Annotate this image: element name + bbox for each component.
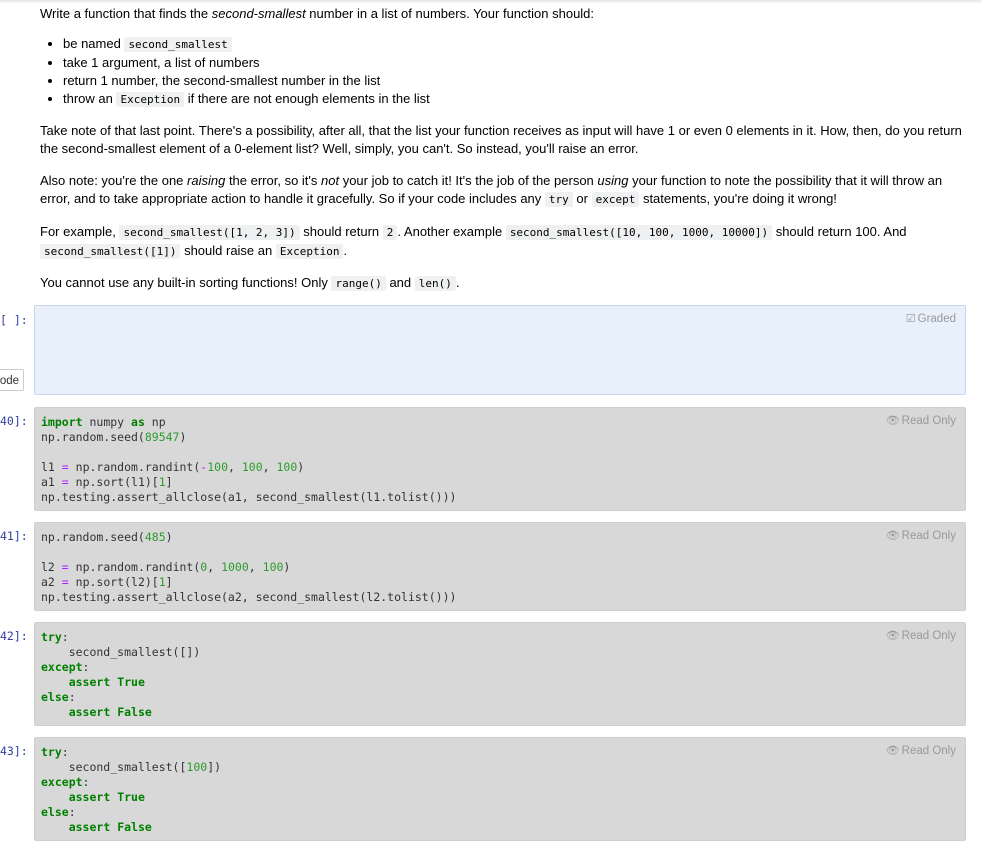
- inline-code: second_smallest([1, 2, 3]): [119, 225, 300, 240]
- text: You cannot use any built-in sorting func…: [40, 275, 332, 290]
- eye-icon: 👁: [885, 530, 900, 542]
- inline-code: 2: [382, 225, 398, 240]
- inline-code: len(): [414, 276, 456, 291]
- code-mode-button[interactable]: ode: [0, 369, 24, 391]
- read-only-badge: 👁 Read Only: [886, 529, 956, 542]
- text: or: [572, 191, 592, 206]
- list-item: be named second_smallest: [63, 35, 970, 54]
- inline-code: range(): [331, 276, 386, 291]
- inline-code: second_smallest([1]): [40, 244, 181, 259]
- badge-label: Read Only: [901, 630, 956, 642]
- text: should return 100. And: [772, 224, 907, 239]
- paragraph: Take note of that last point. There's a …: [40, 123, 962, 156]
- text: your job to catch it! It's the job of th…: [339, 173, 598, 188]
- eye-icon: 👁: [885, 745, 900, 757]
- text: throw an: [63, 91, 117, 106]
- cell-prompt: 40]:: [0, 414, 28, 428]
- code-cell-42[interactable]: 👁 Read Only try: second_smallest([]) exce…: [34, 622, 966, 726]
- text: take 1 argument, a list of numbers: [63, 55, 260, 70]
- code-block: import numpy as np np.random.seed(89547)…: [41, 415, 457, 504]
- text: be named: [63, 36, 125, 51]
- inline-code: Exception: [275, 244, 344, 259]
- markdown-cell: Write a function that finds the second-s…: [40, 5, 970, 293]
- checkbox-icon: ☑: [905, 313, 916, 325]
- top-shadow: [0, 0, 981, 4]
- text: . Another example: [397, 224, 506, 239]
- text: should return: [299, 224, 383, 239]
- emphasis: using: [597, 173, 629, 188]
- paragraph: You cannot use any built-in sorting func…: [40, 274, 970, 293]
- code-block: try: second_smallest([100]) except: asse…: [41, 745, 222, 834]
- read-only-badge: 👁 Read Only: [886, 629, 956, 642]
- text: statements, you're doing it wrong!: [639, 191, 837, 206]
- emphasis: second-smallest: [211, 6, 306, 21]
- inline-code: except: [591, 192, 640, 207]
- inline-code: Exception: [116, 92, 185, 107]
- badge-label: Read Only: [901, 745, 956, 757]
- graded-badge: ☑ Graded: [906, 312, 956, 325]
- cell-prompt: 42]:: [0, 629, 28, 643]
- requirements-list: be named second_smallest take 1 argument…: [40, 35, 970, 109]
- inline-code: second_smallest: [124, 37, 232, 52]
- text: the error, so it's: [225, 173, 322, 188]
- code-cell-40[interactable]: 👁 Read Only import numpy as np np.random.…: [34, 407, 966, 511]
- badge-label: Graded: [917, 313, 956, 325]
- code-block: try: second_smallest([]) except: assert …: [41, 630, 201, 719]
- text: return 1 number, the second-smallest num…: [63, 73, 381, 88]
- code-cell-41[interactable]: 👁 Read Only np.random.seed(485) l2 = np.r…: [34, 522, 966, 611]
- paragraph: Also note: you're the one raising the er…: [40, 172, 970, 209]
- code-block: np.random.seed(485) l2 = np.random.randi…: [41, 530, 457, 604]
- text: number in a list of numbers. Your functi…: [305, 6, 595, 21]
- read-only-badge: 👁 Read Only: [886, 414, 956, 427]
- badge-label: Read Only: [901, 415, 956, 427]
- text: Also note: you're the one: [40, 173, 188, 188]
- text: .: [343, 243, 348, 258]
- text: For example,: [40, 224, 120, 239]
- read-only-badge: 👁 Read Only: [886, 744, 956, 757]
- text: should raise an: [180, 243, 276, 258]
- answer-code-cell[interactable]: ☑ Graded: [34, 305, 966, 395]
- cell-prompt: 43]:: [0, 744, 28, 758]
- eye-icon: 👁: [885, 630, 900, 642]
- paragraph: For example, second_smallest([1, 2, 3]) …: [40, 223, 970, 261]
- emphasis: raising: [187, 173, 226, 188]
- text: and: [385, 275, 415, 290]
- text: Write a function that finds the: [40, 6, 212, 21]
- cell-prompt: 41]:: [0, 529, 28, 543]
- code-cell-43[interactable]: 👁 Read Only try: second_smallest([100]) e…: [34, 737, 966, 841]
- intro-paragraph: Write a function that finds the second-s…: [40, 5, 970, 23]
- inline-code: try: [544, 192, 573, 207]
- badge-label: Read Only: [901, 530, 956, 542]
- list-item: throw an Exception if there are not enou…: [63, 90, 970, 109]
- eye-icon: 👁: [885, 415, 900, 427]
- list-item: return 1 number, the second-smallest num…: [63, 72, 970, 90]
- list-item: take 1 argument, a list of numbers: [63, 54, 970, 72]
- emphasis: not: [321, 173, 340, 188]
- text: .: [455, 275, 460, 290]
- inline-code: second_smallest([10, 100, 1000, 10000]): [505, 225, 773, 240]
- text: if there are not enough elements in the …: [184, 91, 430, 106]
- cell-prompt: [ ]:: [0, 313, 28, 327]
